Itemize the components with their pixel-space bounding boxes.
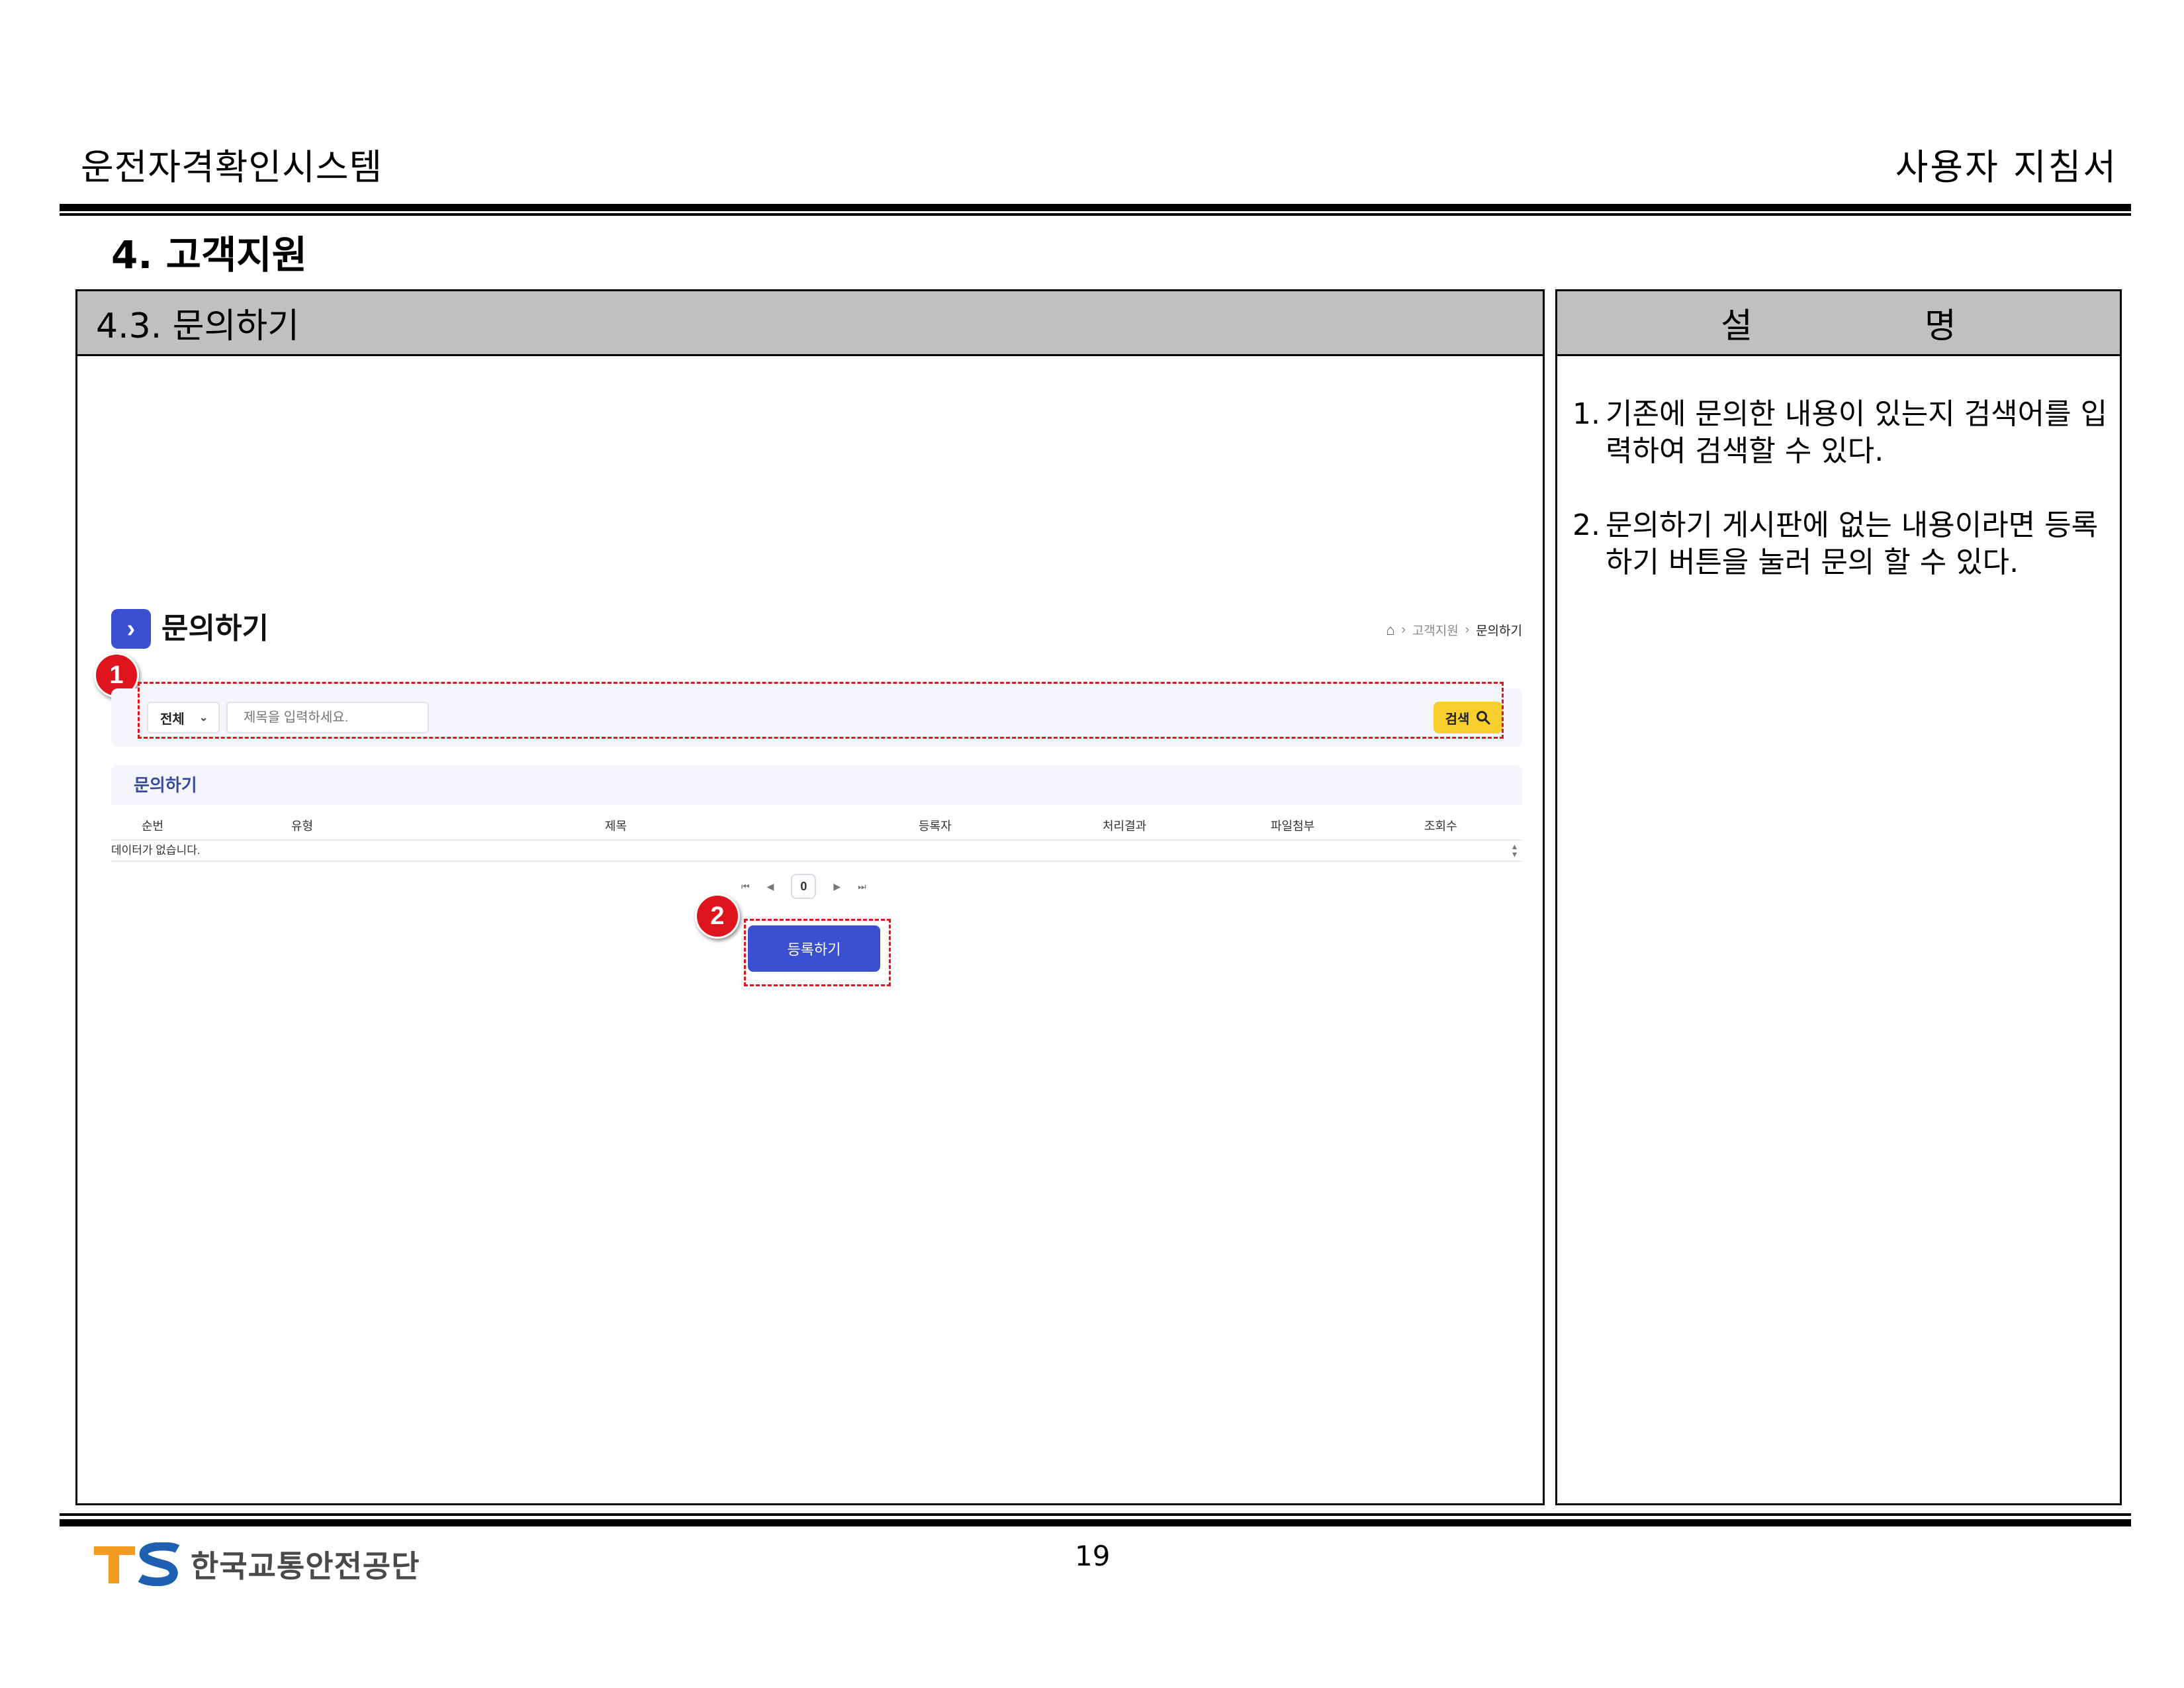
breadcrumb-item-current: 문의하기 [1476,624,1522,638]
empty-message-text: 데이터가 없습니다. [111,844,201,857]
breadcrumb-item-support[interactable]: 고객지원 [1412,621,1459,639]
organization-logo: 한국교통안전공단 [93,1542,420,1586]
prev-page-icon[interactable]: ◀ [767,881,774,892]
table-header: 순번 유형 제목 등록자 처리결과 파일첨부 조회수 [111,805,1522,841]
empty-table-message: 데이터가 없습니다. ▴ ▾ [111,841,1522,862]
pagination: ⏮ ◀ 0 ▶ ⏭ [741,874,866,899]
scrollbar-arrows[interactable]: ▴ ▾ [1512,841,1517,859]
document-system-name: 운전자격확인시스템 [81,146,383,188]
subsection-header: 4.3. 문의하기 [77,291,1543,356]
description-item-text: 기존에 문의한 내용이 있는지 검색어를 입력하여 검색할 수 있다. [1606,397,2108,468]
section-heading: 4. 고객지원 [111,232,308,277]
description-header-char-2: 명 [1925,306,1956,346]
column-header: 파일첨부 [1271,820,1315,833]
footer-divider-thin [60,1513,2131,1516]
callout-marker-2: 2 [695,894,740,939]
column-header: 제목 [605,820,627,833]
column-header: 조회수 [1424,820,1457,833]
breadcrumb-separator: › [1401,622,1406,637]
home-icon[interactable]: ⌂ [1386,622,1394,639]
subsection-title: 4.3. 문의하기 [96,306,300,346]
board-title: 문의하기 [111,765,1522,805]
header-divider-thin [60,213,2131,216]
column-header: 순번 [142,820,164,833]
description-item: 1. 기존에 문의한 내용이 있는지 검색어를 입력하여 검색할 수 있다. [1572,396,2115,470]
document-type: 사용자 지침서 [1895,146,2118,188]
breadcrumb: ⌂ › 고객지원 › 문의하기 [1386,621,1522,639]
callout-highlight-search [138,682,1504,739]
description-header-char-1: 설 [1721,306,1752,346]
column-header: 등록자 [919,820,952,833]
callout-highlight-register [744,919,891,986]
description-item-text: 문의하기 게시판에 없는 내용이라면 등록하기 버튼을 눌러 문의 할 수 있다… [1606,508,2099,579]
last-page-icon[interactable]: ⏭ [858,881,866,892]
description-list: 1. 기존에 문의한 내용이 있는지 검색어를 입력하여 검색할 수 있다. 2… [1572,396,2115,618]
page-number: 19 [1075,1540,1111,1572]
header-divider [60,204,2131,211]
current-page[interactable]: 0 [791,874,817,899]
description-item-number: 2. [1572,508,1600,542]
first-page-icon[interactable]: ⏮ [741,881,750,892]
chevron-right-icon: › [111,609,151,649]
column-header: 유형 [291,820,314,833]
column-header: 처리결과 [1103,820,1147,833]
next-page-icon[interactable]: ▶ [833,881,841,892]
organization-name: 한국교통안전공단 [191,1548,420,1584]
page-title: 문의하기 [161,612,269,645]
inquiry-board: 문의하기 순번 유형 제목 등록자 처리결과 파일첨부 조회수 데이터가 없습니… [111,765,1522,866]
ts-logo-icon [94,1542,180,1586]
description-item-number: 1. [1572,397,1600,431]
description-header: 설 명 [1557,291,2120,356]
footer-divider [60,1519,2131,1526]
inquiry-page-screenshot: › 문의하기 ⌂ › 고객지원 › 문의하기 1 전체 ⌄ 검색 문의하기 순번… [94,596,1522,1006]
description-item: 2. 문의하기 게시판에 없는 내용이라면 등록하기 버튼을 눌러 문의 할 수… [1572,507,2115,581]
breadcrumb-separator: › [1465,622,1470,637]
